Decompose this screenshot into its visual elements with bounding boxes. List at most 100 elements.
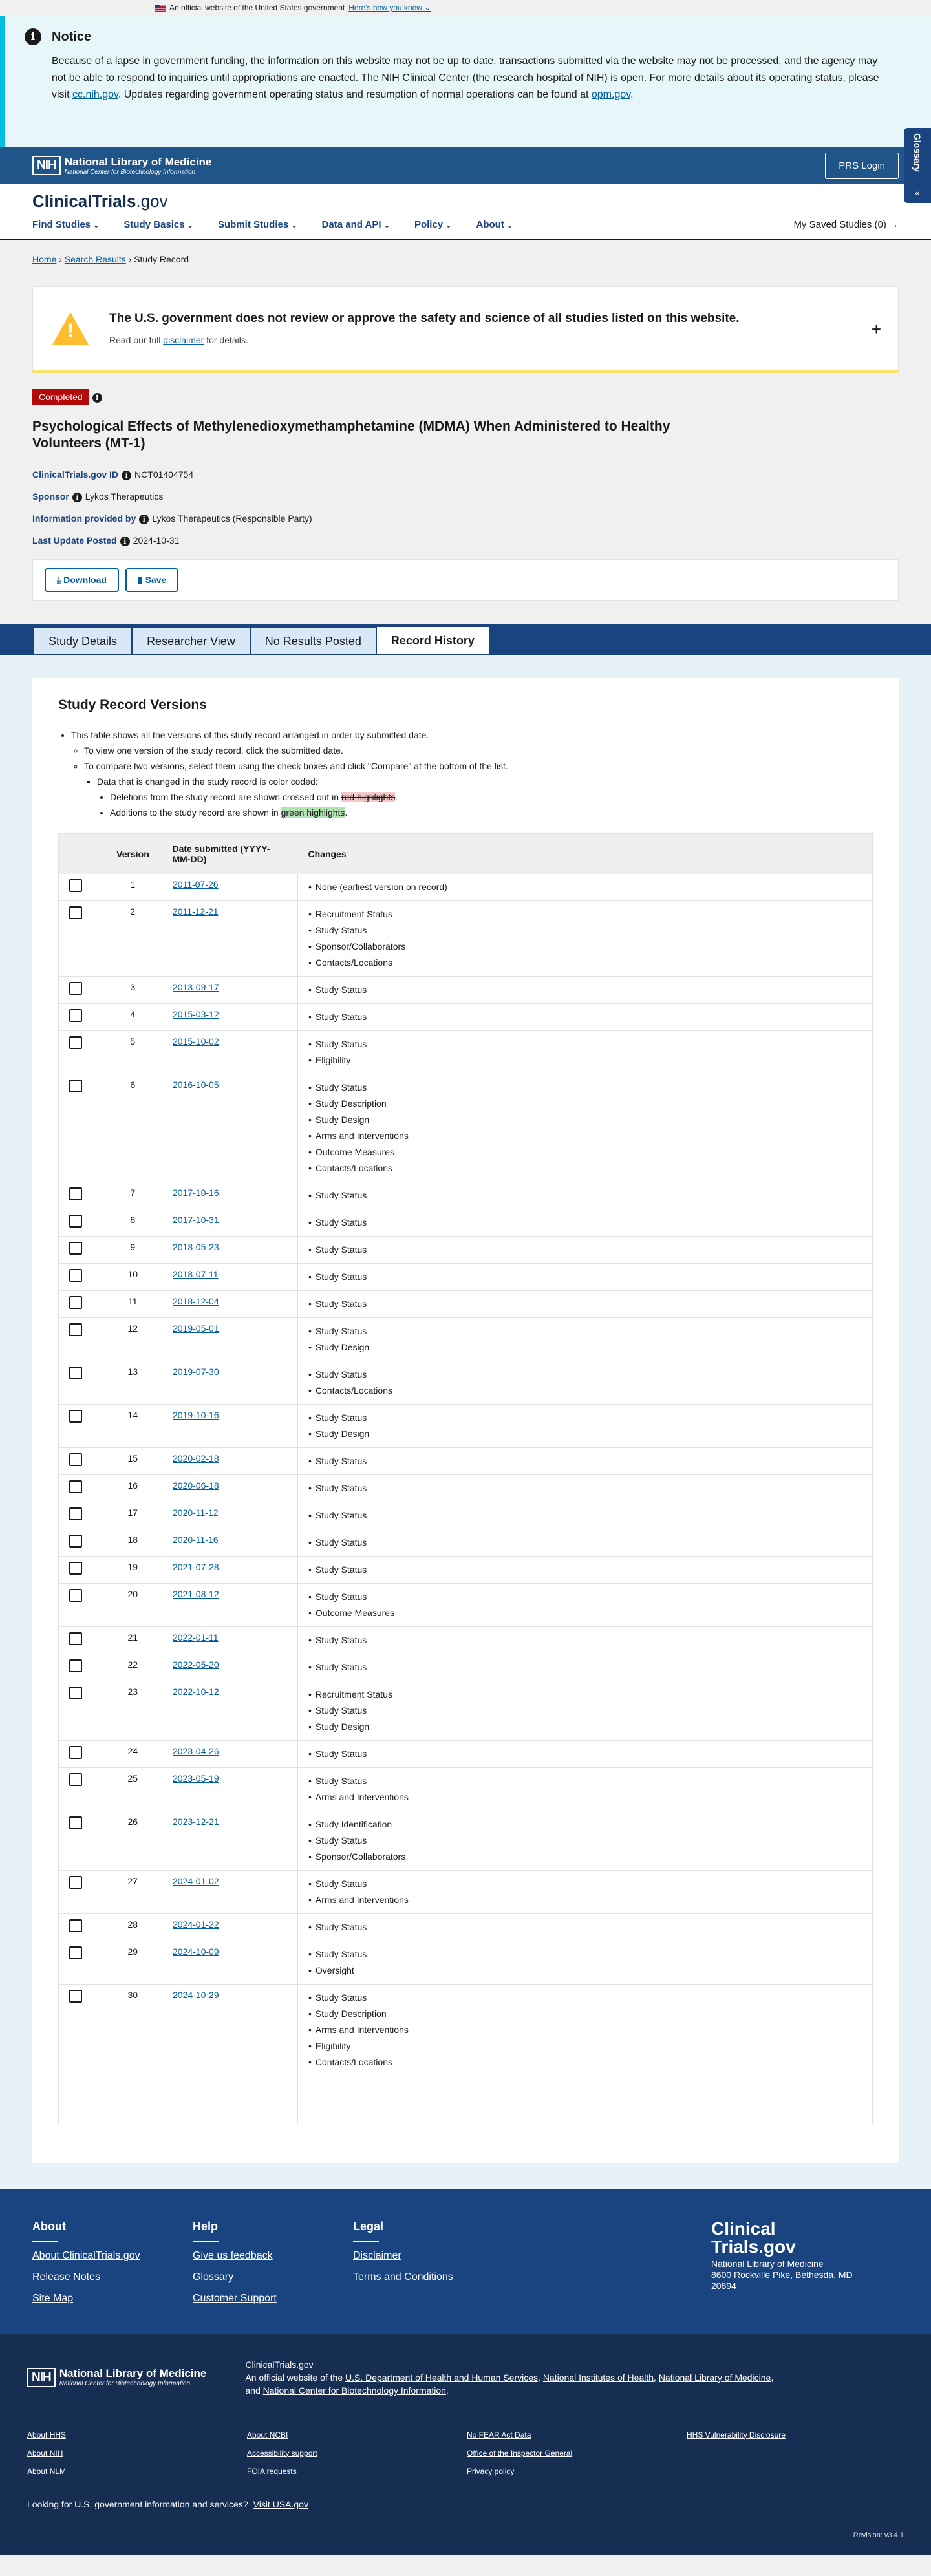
compare-checkbox[interactable] — [69, 1816, 82, 1829]
disclaimer-link[interactable]: disclaimer — [163, 335, 204, 345]
compare-checkbox[interactable] — [69, 1409, 82, 1423]
version-date-link[interactable]: 2023-12-21 — [173, 1816, 219, 1827]
footer-link[interactable]: Customer Support — [193, 2293, 353, 2305]
compare-checkbox[interactable] — [69, 1079, 82, 1092]
prs-login-button[interactable]: PRS Login — [825, 153, 899, 179]
version-date-link[interactable]: 2018-05-23 — [173, 1242, 219, 1252]
version-date-link[interactable]: 2011-12-21 — [173, 906, 219, 917]
version-date-link[interactable]: 2019-07-30 — [173, 1367, 219, 1377]
version-date-link[interactable]: 2015-10-02 — [173, 1036, 219, 1047]
usa-gov-link[interactable]: Visit USA.gov — [253, 2499, 308, 2509]
compare-checkbox[interactable] — [69, 1008, 82, 1022]
nav-find-studies[interactable]: Find Studies ⌄ — [32, 219, 99, 230]
compare-checkbox[interactable] — [69, 1588, 82, 1602]
nav-submit-studies[interactable]: Submit Studies ⌄ — [218, 219, 297, 230]
version-date-link[interactable]: 2022-10-12 — [173, 1687, 219, 1697]
info-icon[interactable]: i — [122, 470, 132, 480]
cc-nih-link[interactable]: cc.nih.gov — [72, 89, 118, 100]
compare-checkbox[interactable] — [69, 1659, 82, 1672]
tab-no-results-posted[interactable]: No Results Posted — [250, 628, 376, 655]
footer-link[interactable]: Glossary — [193, 2272, 353, 2283]
compare-checkbox[interactable] — [69, 1946, 82, 1959]
version-date-link[interactable]: 2023-05-19 — [173, 1773, 219, 1783]
version-date-link[interactable]: 2019-10-16 — [173, 1410, 219, 1420]
compare-checkbox[interactable] — [69, 1366, 82, 1379]
compare-checkbox[interactable] — [69, 1480, 82, 1493]
compare-checkbox[interactable] — [69, 1686, 82, 1699]
version-date-link[interactable]: 2013-09-17 — [173, 982, 219, 992]
tab-record-history[interactable]: Record History — [376, 626, 489, 655]
info-icon[interactable]: i — [120, 536, 130, 546]
version-date-link[interactable]: 2024-10-09 — [173, 1946, 219, 1957]
tab-study-details[interactable]: Study Details — [34, 628, 133, 655]
compare-checkbox[interactable] — [69, 1989, 82, 2003]
version-date-link[interactable]: 2023-04-26 — [173, 1746, 219, 1756]
compare-checkbox[interactable] — [69, 1268, 82, 1282]
footer-link[interactable]: Terms and Conditions — [353, 2272, 513, 2283]
opm-link[interactable]: opm.gov — [592, 89, 630, 100]
compare-checkbox[interactable] — [69, 1745, 82, 1759]
compare-checkbox[interactable] — [69, 1036, 82, 1049]
version-date-link[interactable]: 2021-08-12 — [173, 1589, 219, 1599]
compare-checkbox[interactable] — [69, 1187, 82, 1200]
download-button[interactable]: ⤓ Download — [45, 568, 119, 592]
version-date-link[interactable]: 2022-05-20 — [173, 1659, 219, 1670]
nav-study-basics[interactable]: Study Basics ⌄ — [123, 219, 193, 230]
version-date-link[interactable]: 2016-10-05 — [173, 1080, 219, 1090]
compare-checkbox[interactable] — [69, 1214, 82, 1228]
compare-checkbox[interactable] — [69, 1919, 82, 1932]
footer-link[interactable]: About ClinicalTrials.gov — [32, 2250, 193, 2262]
compare-checkbox[interactable] — [69, 1507, 82, 1520]
version-date-link[interactable]: 2019-05-01 — [173, 1323, 219, 1334]
footer-nlm-logo[interactable]: NIH National Library of Medicine National… — [27, 2358, 206, 2397]
version-date-link[interactable]: 2017-10-16 — [173, 1187, 219, 1198]
version-date-link[interactable]: 2018-07-11 — [173, 1269, 219, 1279]
info-icon[interactable]: i — [139, 514, 149, 524]
footer-link[interactable]: Disclaimer — [353, 2250, 513, 2262]
footer-link[interactable]: Release Notes — [32, 2272, 193, 2283]
breadcrumb-search-results[interactable]: Search Results — [65, 254, 126, 264]
tab-researcher-view[interactable]: Researcher View — [132, 628, 250, 655]
version-date-link[interactable]: 2020-02-18 — [173, 1453, 219, 1464]
nav-policy[interactable]: Policy ⌄ — [414, 219, 452, 230]
version-date-link[interactable]: 2024-01-02 — [173, 1876, 219, 1886]
my-saved-studies-link[interactable]: My Saved Studies (0) → — [793, 219, 899, 230]
breadcrumb-home[interactable]: Home — [32, 254, 56, 264]
footer-link[interactable]: Give us feedback — [193, 2250, 353, 2262]
version-date-link[interactable]: 2020-11-12 — [173, 1507, 219, 1518]
version-date-link[interactable]: 2017-10-31 — [173, 1215, 219, 1225]
glossary-tab[interactable]: Glossary « — [904, 128, 931, 203]
change-item: Contacts/Locations — [308, 1383, 862, 1399]
info-icon[interactable]: i — [92, 392, 102, 403]
version-date-link[interactable]: 2022-01-11 — [173, 1632, 219, 1643]
footer-link[interactable]: Site Map — [32, 2293, 193, 2305]
version-date-link[interactable]: 2020-06-18 — [173, 1480, 219, 1491]
compare-checkbox[interactable] — [69, 878, 82, 892]
nav-about[interactable]: About ⌄ — [476, 219, 513, 230]
version-date-link[interactable]: 2015-03-12 — [173, 1009, 219, 1019]
ct-logo[interactable]: ClinicalTrials .gov — [0, 184, 931, 219]
version-date-link[interactable]: 2020-11-16 — [173, 1535, 219, 1545]
compare-checkbox[interactable] — [69, 1241, 82, 1255]
compare-checkbox[interactable] — [69, 1295, 82, 1309]
compare-checkbox[interactable] — [69, 1561, 82, 1575]
nlm-logo[interactable]: NIH National Library of Medicine Nationa… — [32, 156, 211, 176]
heres-how-link[interactable]: Here's how you know ⌄ — [348, 3, 431, 12]
version-date-link[interactable]: 2024-01-22 — [173, 1919, 219, 1930]
version-date-link[interactable]: 2011-07-26 — [173, 879, 219, 889]
save-button[interactable]: ▮ Save — [125, 568, 179, 592]
version-date-link[interactable]: 2018-12-04 — [173, 1296, 219, 1306]
compare-checkbox[interactable] — [69, 1453, 82, 1466]
compare-checkbox[interactable] — [69, 1323, 82, 1336]
compare-checkbox[interactable] — [69, 981, 82, 995]
compare-checkbox[interactable] — [69, 906, 82, 919]
compare-checkbox[interactable] — [69, 1875, 82, 1889]
version-date-link[interactable]: 2024-10-29 — [173, 1990, 219, 2000]
compare-checkbox[interactable] — [69, 1632, 82, 1645]
version-date-link[interactable]: 2021-07-28 — [173, 1562, 219, 1572]
nav-data-api[interactable]: Data and API ⌄ — [322, 219, 390, 230]
expand-icon[interactable]: + — [872, 319, 881, 339]
compare-checkbox[interactable] — [69, 1772, 82, 1786]
compare-checkbox[interactable] — [69, 1534, 82, 1548]
info-icon[interactable]: i — [72, 492, 82, 502]
